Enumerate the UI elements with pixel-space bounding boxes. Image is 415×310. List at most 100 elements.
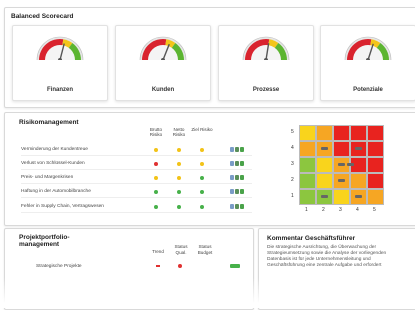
risk-row-actions: [230, 189, 246, 194]
document-icon[interactable]: [230, 161, 234, 166]
status-qual-dot: [178, 264, 182, 268]
matrix-cell[interactable]: [299, 189, 316, 205]
bottom-fade: [0, 278, 415, 308]
matrix-cell[interactable]: [299, 173, 316, 189]
portfolio-title: Projektportfolio-management: [19, 234, 89, 248]
risk-row-actions: [230, 161, 246, 166]
risk-marker[interactable]: [355, 195, 362, 198]
edit-icon[interactable]: [240, 204, 244, 209]
portfolio-header-status-budget: Status Budget: [194, 244, 216, 255]
risk-row-actions: [230, 204, 246, 209]
header-netto: Netto Risiko: [168, 127, 190, 137]
matrix-cell[interactable]: [316, 173, 333, 189]
risk-status-dot: [154, 162, 158, 166]
risk-marker[interactable]: [321, 195, 328, 198]
matrix-y-tick: 5: [291, 129, 294, 135]
risk-row-divider: [21, 183, 252, 184]
risk-status-dot: [177, 205, 181, 209]
matrix-cell[interactable]: [367, 157, 384, 173]
risk-marker[interactable]: [355, 147, 362, 150]
risk-status-dot: [154, 190, 158, 194]
risk-row-divider: [21, 197, 252, 198]
risk-row-label[interactable]: Haftung in der Automobilbranche: [21, 189, 91, 194]
matrix-x-tick: 3: [339, 207, 342, 213]
gauge-card-3[interactable]: Potenziale: [320, 25, 415, 101]
header-ziel: Ziel Risiko: [191, 127, 213, 132]
risk-marker[interactable]: [338, 179, 345, 182]
risk-row-label[interactable]: Preis- und Margenkrisen: [21, 175, 73, 180]
matrix-cell[interactable]: [299, 125, 316, 141]
matrix-cell[interactable]: [333, 189, 350, 205]
header-brutto: Brutto Risiko: [145, 127, 167, 137]
risk-row-actions: [230, 147, 246, 152]
risk-marker[interactable]: [347, 163, 354, 166]
matrix-cell[interactable]: [299, 141, 316, 157]
document-icon[interactable]: [230, 204, 234, 209]
view-icon[interactable]: [235, 189, 239, 194]
risk-row-label[interactable]: Verlust von Schlüssel-Kunden: [21, 161, 85, 166]
view-icon[interactable]: [235, 204, 239, 209]
risk-status-dot: [154, 205, 158, 209]
risk-status-dot: [154, 148, 158, 152]
risk-marker[interactable]: [338, 163, 345, 166]
view-icon[interactable]: [235, 175, 239, 180]
matrix-cell[interactable]: [333, 125, 350, 141]
matrix-cell[interactable]: [367, 189, 384, 205]
matrix-cell[interactable]: [350, 173, 367, 189]
matrix-cell[interactable]: [299, 157, 316, 173]
risk-status-dot: [177, 148, 181, 152]
row-action-icon[interactable]: [230, 264, 240, 268]
matrix-cell[interactable]: [316, 157, 333, 173]
risk-title: Risikomanagement: [19, 119, 79, 126]
matrix-cell[interactable]: [350, 125, 367, 141]
matrix-cell[interactable]: [333, 141, 350, 157]
matrix-cell[interactable]: [367, 173, 384, 189]
matrix-y-tick: 4: [291, 145, 294, 151]
risk-row-actions: [230, 175, 246, 180]
gauge-card-0[interactable]: Finanzen: [12, 25, 108, 101]
risk-marker[interactable]: [321, 147, 328, 150]
document-icon[interactable]: [230, 189, 234, 194]
matrix-y-tick: 3: [291, 161, 294, 167]
portfolio-header-status-qual: Status Qual.: [171, 244, 191, 255]
risk-status-dot: [200, 148, 204, 152]
risk-matrix: 5432112345: [291, 123, 386, 213]
gauge-2: [241, 34, 291, 66]
matrix-x-tick: 5: [373, 207, 376, 213]
edit-icon[interactable]: [240, 189, 244, 194]
scorecard-title: Balanced Scorecard: [11, 13, 74, 20]
gauge-label-1: Kunden: [116, 87, 210, 93]
portfolio-row-label: Strategische Projekte: [36, 264, 82, 269]
risk-row-divider: [21, 212, 252, 213]
edit-icon[interactable]: [240, 161, 244, 166]
risk-status-dot: [200, 205, 204, 209]
risk-row-label[interactable]: Fehler in Supply Chain, Vertragswesen: [21, 204, 104, 209]
view-icon[interactable]: [235, 161, 239, 166]
gauge-label-0: Finanzen: [13, 87, 107, 93]
gauge-label-3: Potenziale: [321, 87, 415, 93]
risk-row-label[interactable]: Verminderung der Kundentreue: [21, 147, 88, 152]
gauge-1: [138, 34, 188, 66]
gauge-card-1[interactable]: Kunden: [115, 25, 211, 101]
matrix-cell[interactable]: [367, 125, 384, 141]
gauge-3: [343, 34, 393, 66]
risk-status-dot: [177, 190, 181, 194]
document-icon[interactable]: [230, 175, 234, 180]
matrix-y-tick: 2: [291, 177, 294, 183]
edit-icon[interactable]: [240, 147, 244, 152]
trend-down-icon: [156, 265, 160, 267]
gauge-card-2[interactable]: Prozesse: [218, 25, 314, 101]
risk-status-dot: [200, 190, 204, 194]
view-icon[interactable]: [235, 147, 239, 152]
matrix-x-tick: 1: [305, 207, 308, 213]
document-icon[interactable]: [230, 147, 234, 152]
comment-title: Kommentar Geschäftsführer: [267, 235, 355, 242]
portfolio-header-trend: Trend: [150, 249, 166, 255]
risk-status-dot: [200, 162, 204, 166]
comment-text: Die strategische Ausrichtung, die Überwa…: [267, 245, 409, 269]
matrix-cell[interactable]: [367, 141, 384, 157]
matrix-cell[interactable]: [316, 125, 333, 141]
edit-icon[interactable]: [240, 175, 244, 180]
portfolio-row[interactable]: Strategische Projekte: [22, 263, 250, 271]
risk-status-dot: [154, 176, 158, 180]
